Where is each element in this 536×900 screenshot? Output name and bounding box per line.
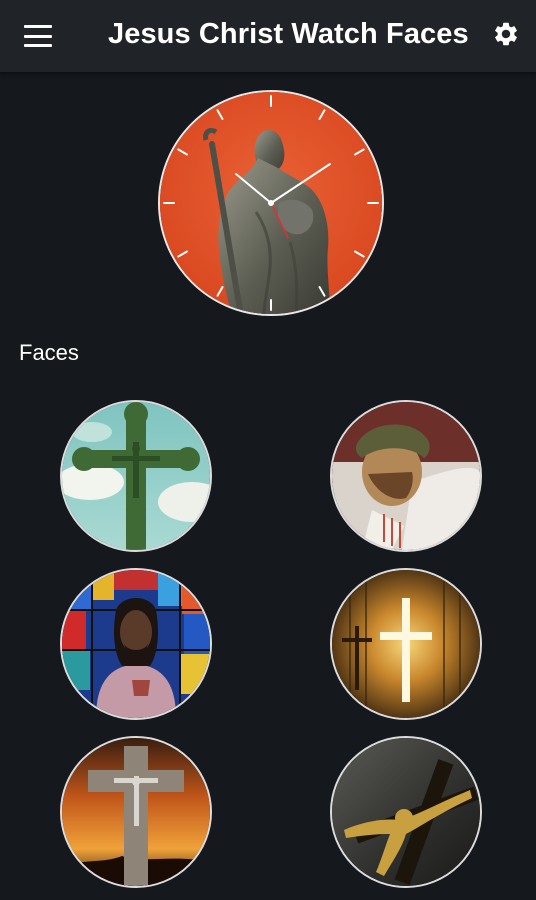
- stained-glass-image: [62, 570, 210, 718]
- app-title: Jesus Christ Watch Faces: [108, 18, 469, 50]
- golden-crucifix-image: [332, 738, 480, 886]
- green-cross-image: [62, 402, 210, 550]
- watch-face-thumbnail[interactable]: [60, 568, 212, 720]
- app-bar: Jesus Christ Watch Faces: [0, 0, 536, 72]
- gear-icon: [495, 22, 517, 46]
- hamburger-menu-icon: [24, 25, 52, 47]
- faces-section-label: Faces: [19, 340, 79, 365]
- watch-face-thumbnail[interactable]: [330, 568, 482, 720]
- settings-button[interactable]: [484, 12, 528, 56]
- crown-of-thorns-image: [332, 402, 480, 550]
- watch-face-thumbnail[interactable]: [330, 736, 482, 888]
- watch-face-image: [160, 92, 382, 314]
- glowing-cross-image: [332, 570, 480, 718]
- watch-face-thumbnail[interactable]: [60, 736, 212, 888]
- selected-watch-face-preview[interactable]: [158, 90, 384, 316]
- sunset-crucifix-image: [62, 738, 210, 886]
- menu-button[interactable]: [16, 14, 60, 58]
- watch-face-thumbnail[interactable]: [330, 400, 482, 552]
- watch-face-thumbnail[interactable]: [60, 400, 212, 552]
